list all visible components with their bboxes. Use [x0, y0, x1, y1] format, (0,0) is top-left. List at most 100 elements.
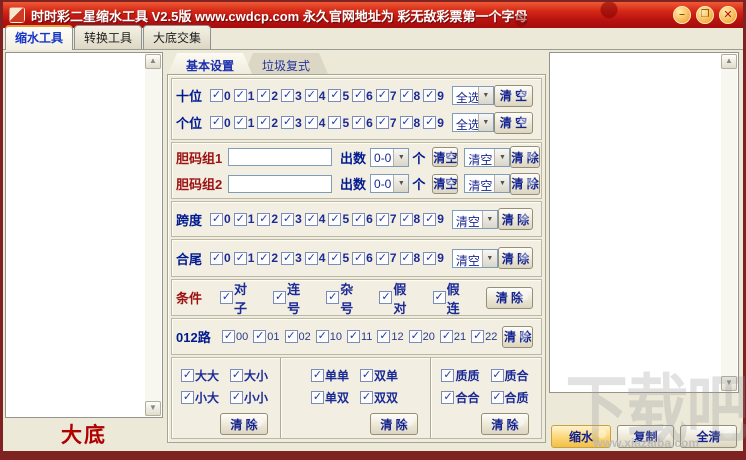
- main-tab[interactable]: 转换工具: [74, 25, 142, 49]
- digit-checkbox[interactable]: ✓4: [305, 116, 326, 130]
- size-checkbox[interactable]: ✓小大: [181, 389, 219, 406]
- digit-checkbox[interactable]: ✓6: [352, 251, 373, 265]
- digit-checkbox[interactable]: ✓0: [210, 89, 231, 103]
- digit-checkbox[interactable]: ✓0: [210, 116, 231, 130]
- prime-checkbox[interactable]: ✓质质: [441, 367, 479, 384]
- digit-checkbox[interactable]: ✓5: [328, 116, 349, 130]
- digit-checkbox[interactable]: ✓4: [305, 89, 326, 103]
- digit-checkbox[interactable]: ✓5: [328, 251, 349, 265]
- scroll-down-icon[interactable]: ▼: [145, 401, 161, 416]
- dadi-result-list[interactable]: ▲ ▼: [5, 52, 163, 418]
- chevron-down-icon[interactable]: ▼: [393, 149, 408, 166]
- prime-checkbox[interactable]: ✓合质: [491, 389, 529, 406]
- close-button[interactable]: ✕: [719, 6, 737, 24]
- condition-checkbox[interactable]: ✓假连: [433, 279, 472, 317]
- danma-group1-clear-button[interactable]: 清空: [432, 147, 458, 167]
- road012-remove-button[interactable]: 清 除: [502, 326, 533, 348]
- settings-tab[interactable]: 垃圾复式: [244, 53, 328, 74]
- condition-checkbox[interactable]: ✓假对: [379, 279, 418, 317]
- digit-checkbox[interactable]: ✓3: [281, 116, 302, 130]
- tail-select[interactable]: 清空▼: [452, 249, 498, 268]
- copy-button[interactable]: 复制: [617, 425, 674, 448]
- digit-checkbox[interactable]: ✓8: [400, 251, 421, 265]
- scroll-down-icon[interactable]: ▼: [721, 376, 737, 391]
- condition-checkbox[interactable]: ✓连号: [273, 279, 312, 317]
- digit-checkbox[interactable]: ✓8: [400, 89, 421, 103]
- parity-checkbox[interactable]: ✓双单: [360, 367, 398, 384]
- digit-checkbox[interactable]: ✓0: [210, 251, 231, 265]
- danma-group2-remove-button[interactable]: 清 除: [510, 173, 539, 195]
- danma-group1-count-select[interactable]: 0-0▼: [370, 148, 409, 167]
- chevron-down-icon[interactable]: ▼: [478, 114, 493, 131]
- digit-checkbox[interactable]: ✓2: [257, 116, 278, 130]
- road012-checkbox[interactable]: ✓00: [222, 330, 248, 343]
- road012-checkbox[interactable]: ✓02: [285, 330, 311, 343]
- result-output-list[interactable]: ▲ ▼: [549, 52, 739, 393]
- digit-checkbox[interactable]: ✓0: [210, 212, 231, 226]
- chevron-down-icon[interactable]: ▼: [494, 175, 509, 192]
- chevron-down-icon[interactable]: ▼: [482, 250, 497, 267]
- danma-group2-count-select[interactable]: 0-0▼: [370, 174, 409, 193]
- digit-checkbox[interactable]: ✓3: [281, 89, 302, 103]
- condition-checkbox[interactable]: ✓杂号: [326, 279, 365, 317]
- chevron-down-icon[interactable]: ▼: [494, 149, 509, 166]
- road012-checkbox[interactable]: ✓10: [316, 330, 342, 343]
- chevron-down-icon[interactable]: ▼: [393, 175, 408, 192]
- shrink-button[interactable]: 缩水: [551, 425, 611, 448]
- digit-checkbox[interactable]: ✓7: [376, 251, 397, 265]
- digit-checkbox[interactable]: ✓9: [423, 116, 444, 130]
- settings-tab[interactable]: 基本设置: [168, 53, 252, 74]
- digit-checkbox[interactable]: ✓4: [305, 251, 326, 265]
- digit-checkbox[interactable]: ✓1: [234, 116, 255, 130]
- digit-checkbox[interactable]: ✓3: [281, 251, 302, 265]
- danma-group1-input[interactable]: [228, 148, 332, 166]
- digit-checkbox[interactable]: ✓3: [281, 212, 302, 226]
- tail-remove-button[interactable]: 清 除: [498, 247, 533, 269]
- digit-checkbox[interactable]: ✓8: [400, 116, 421, 130]
- digit-checkbox[interactable]: ✓6: [352, 89, 373, 103]
- road012-checkbox[interactable]: ✓20: [409, 330, 435, 343]
- parity-checkbox[interactable]: ✓单单: [311, 367, 349, 384]
- digit-checkbox[interactable]: ✓7: [376, 212, 397, 226]
- parity-checkbox[interactable]: ✓双双: [360, 389, 398, 406]
- condition-checkbox[interactable]: ✓对子: [220, 279, 259, 317]
- digit-checkbox[interactable]: ✓2: [257, 212, 278, 226]
- danma-group2-input[interactable]: [228, 175, 332, 193]
- prime-checkbox[interactable]: ✓合合: [441, 389, 479, 406]
- units-clear-button[interactable]: 清 空: [494, 112, 533, 134]
- size-remove-button[interactable]: 清 除: [220, 413, 268, 435]
- size-checkbox[interactable]: ✓大大: [181, 367, 219, 384]
- tens-select[interactable]: 全选▼: [452, 86, 494, 105]
- road012-checkbox[interactable]: ✓22: [471, 330, 497, 343]
- span-remove-button[interactable]: 清 除: [498, 208, 533, 230]
- tens-clear-button[interactable]: 清 空: [494, 85, 533, 107]
- right-scrollbar[interactable]: ▲ ▼: [721, 54, 737, 391]
- danma-group1-remove-button[interactable]: 清 除: [510, 146, 539, 168]
- digit-checkbox[interactable]: ✓7: [376, 89, 397, 103]
- digit-checkbox[interactable]: ✓6: [352, 212, 373, 226]
- main-tab[interactable]: 大底交集: [143, 25, 211, 49]
- maximize-button[interactable]: ❐: [696, 6, 714, 24]
- scroll-up-icon[interactable]: ▲: [721, 54, 737, 69]
- chevron-down-icon[interactable]: ▼: [478, 87, 493, 104]
- danma-group1-clear-select[interactable]: 清空▼: [464, 148, 510, 167]
- danma-group2-clear-button[interactable]: 清空: [432, 174, 458, 194]
- size-checkbox[interactable]: ✓小小: [230, 389, 268, 406]
- road012-checkbox[interactable]: ✓12: [377, 330, 403, 343]
- digit-checkbox[interactable]: ✓9: [423, 89, 444, 103]
- digit-checkbox[interactable]: ✓5: [328, 89, 349, 103]
- prime-remove-button[interactable]: 清 除: [481, 413, 529, 435]
- units-select[interactable]: 全选▼: [452, 113, 494, 132]
- size-checkbox[interactable]: ✓大小: [230, 367, 268, 384]
- danma-group2-clear-select[interactable]: 清空▼: [464, 174, 510, 193]
- digit-checkbox[interactable]: ✓9: [423, 212, 444, 226]
- main-tab[interactable]: 缩水工具: [5, 25, 73, 50]
- digit-checkbox[interactable]: ✓2: [257, 251, 278, 265]
- span-select[interactable]: 清空▼: [452, 210, 498, 229]
- road012-checkbox[interactable]: ✓11: [347, 330, 372, 343]
- road012-checkbox[interactable]: ✓01: [253, 330, 279, 343]
- digit-checkbox[interactable]: ✓1: [234, 212, 255, 226]
- digit-checkbox[interactable]: ✓1: [234, 89, 255, 103]
- prime-checkbox[interactable]: ✓质合: [491, 367, 529, 384]
- digit-checkbox[interactable]: ✓6: [352, 116, 373, 130]
